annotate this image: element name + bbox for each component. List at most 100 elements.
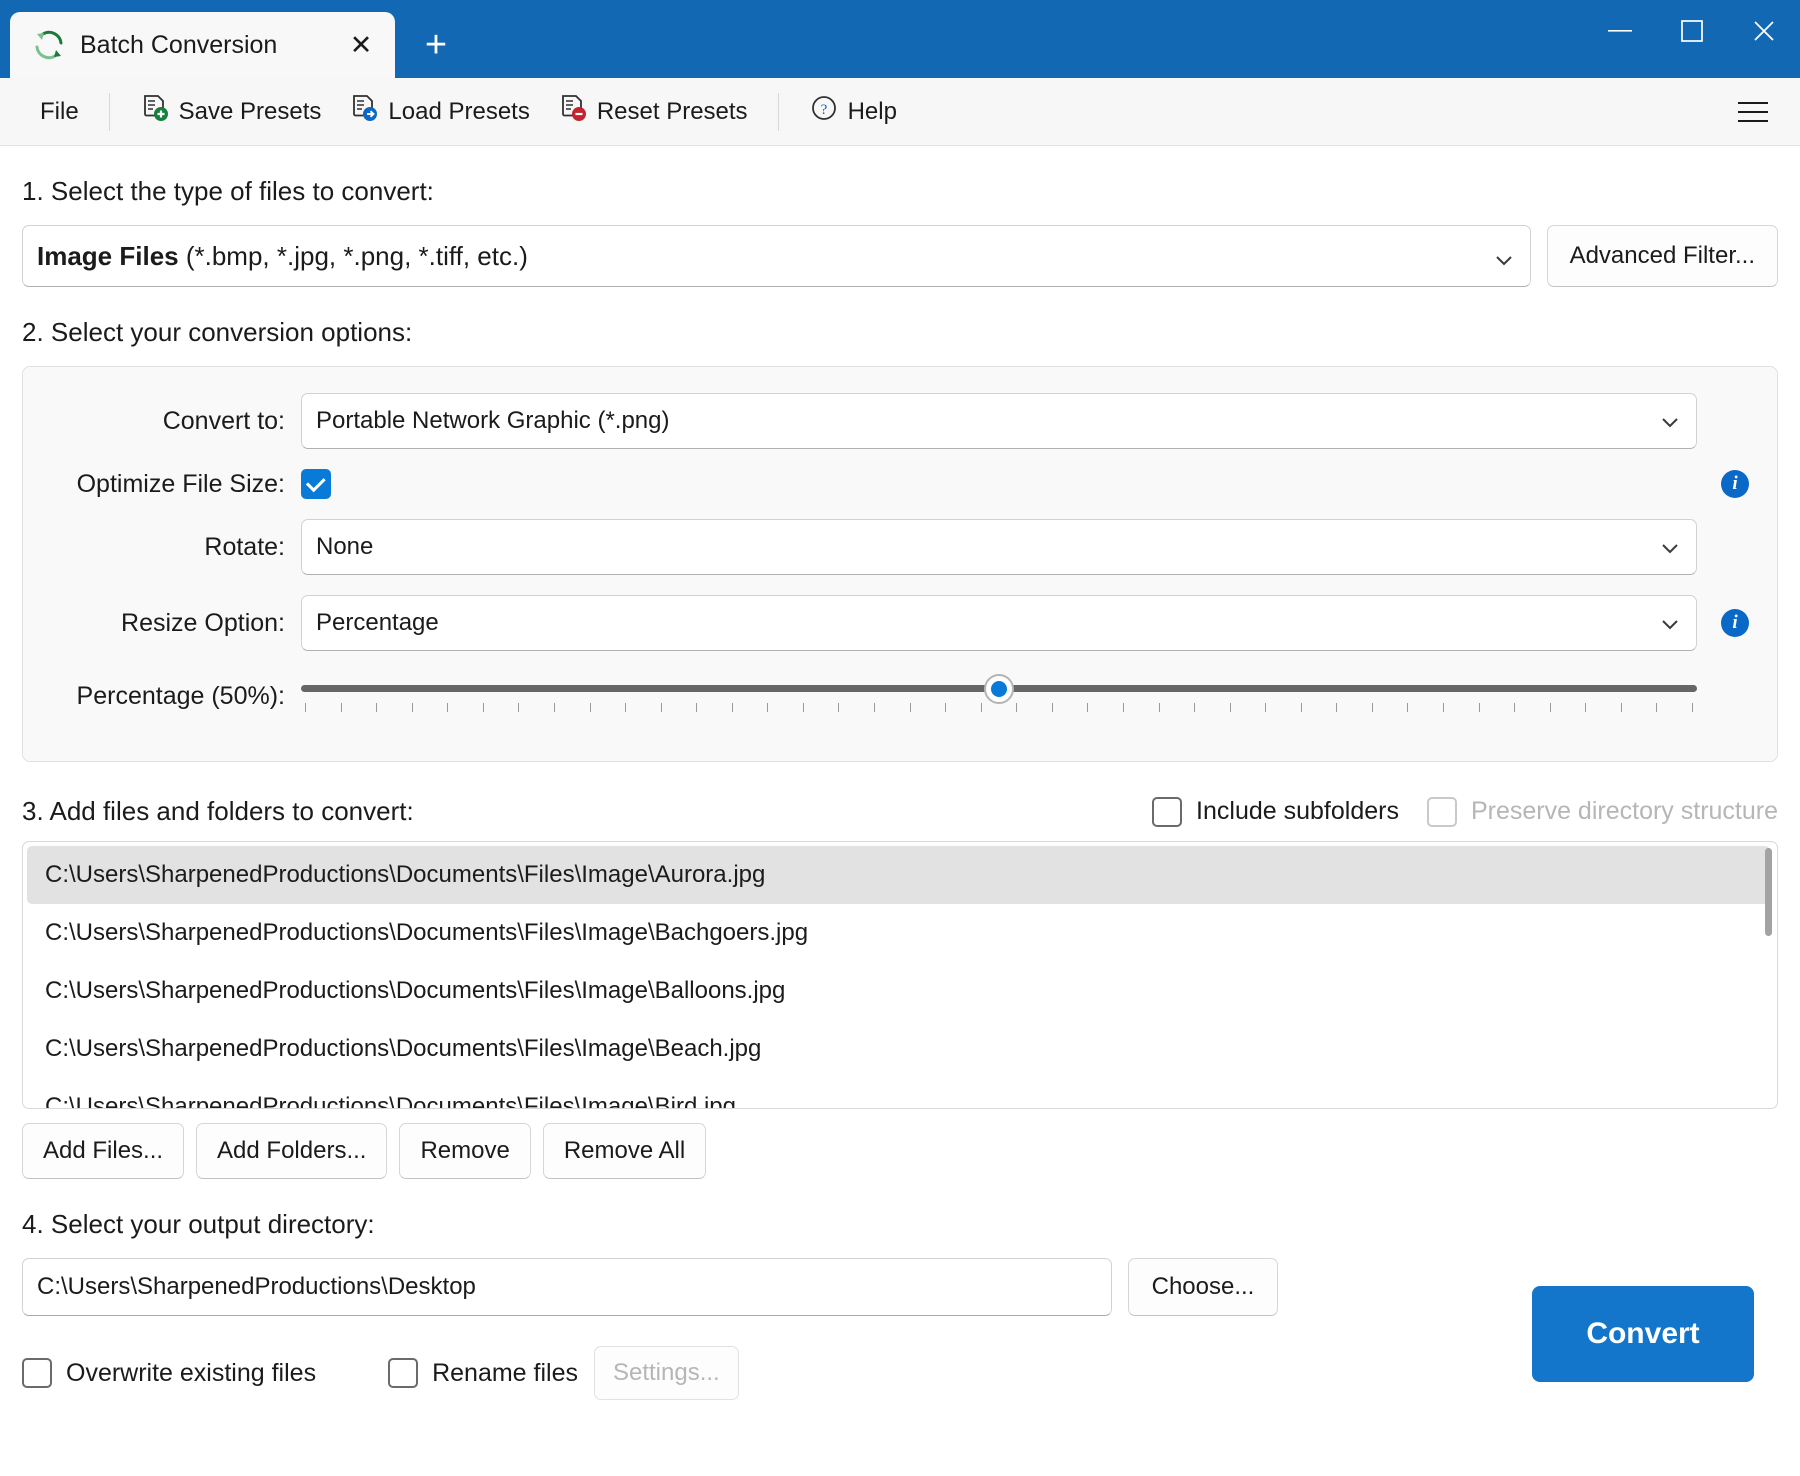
- overwrite-existing-files-checkbox[interactable]: [22, 1358, 52, 1388]
- menu-help[interactable]: ? Help: [795, 85, 911, 138]
- menu-file[interactable]: File: [26, 90, 93, 134]
- add-files-button[interactable]: Add Files...: [22, 1123, 185, 1179]
- percentage-label: Percentage (50%):: [76, 681, 285, 710]
- close-window-icon[interactable]: [1728, 0, 1800, 62]
- file-type-bold: Image Files: [37, 240, 179, 271]
- hamburger-menu-icon[interactable]: [1730, 89, 1776, 135]
- list-item[interactable]: C:\Users\SharpenedProductions\Documents\…: [23, 1020, 1777, 1078]
- output-directory-input[interactable]: C:\Users\SharpenedProductions\Desktop: [22, 1258, 1112, 1316]
- list-item[interactable]: C:\Users\SharpenedProductions\Documents\…: [23, 962, 1777, 1020]
- window-controls: [1584, 0, 1800, 62]
- file-list-buttons: Add Files... Add Folders... Remove Remov…: [22, 1123, 1778, 1179]
- slider-thumb[interactable]: [984, 674, 1014, 704]
- list-item[interactable]: C:\Users\SharpenedProductions\Documents\…: [27, 846, 1770, 904]
- step2-label: 2. Select your conversion options:: [22, 317, 413, 347]
- optimize-file-size-checkbox[interactable]: [301, 469, 331, 499]
- chevron-down-icon: [1660, 411, 1680, 431]
- save-presets-icon: [140, 93, 170, 130]
- help-icon: ?: [809, 93, 839, 130]
- svg-text:?: ?: [820, 102, 827, 118]
- refresh-convert-icon: [32, 28, 66, 62]
- optimize-info-icon[interactable]: i: [1721, 470, 1749, 498]
- include-subfolders-option[interactable]: Include subfolders: [1152, 796, 1399, 827]
- remove-button[interactable]: Remove: [399, 1123, 531, 1179]
- preserve-directory-structure-option: Preserve directory structure: [1426, 796, 1778, 827]
- advanced-filter-button[interactable]: Advanced Filter...: [1546, 225, 1778, 287]
- output-options-row: Overwrite existing files Rename files Se…: [22, 1346, 1778, 1400]
- main-content: 1. Select the type of files to convert: …: [0, 176, 1800, 1400]
- file-type-rest: (*.bmp, *.jpg, *.png, *.tiff, etc.): [178, 240, 528, 271]
- conversion-options-panel: Convert to: Portable Network Graphic (*.…: [22, 366, 1778, 762]
- rotate-row: Rotate: None: [51, 519, 1749, 575]
- rename-files-label: Rename files: [432, 1358, 578, 1387]
- rename-settings-button: Settings...: [593, 1346, 739, 1400]
- list-item[interactable]: C:\Users\SharpenedProductions\Documents\…: [23, 904, 1777, 962]
- rotate-label: Rotate:: [204, 532, 285, 561]
- title-bar: Batch Conversion ✕ +: [0, 0, 1800, 78]
- list-item[interactable]: C:\Users\SharpenedProductions\Documents\…: [23, 1078, 1777, 1108]
- menu-divider-1: [108, 92, 110, 131]
- optimize-file-size-label: Optimize File Size:: [76, 469, 285, 498]
- menu-reset-presets-label: Reset Presets: [596, 97, 748, 125]
- menu-load-presets[interactable]: Load Presets: [335, 85, 543, 138]
- load-presets-icon: [349, 93, 379, 130]
- file-type-select[interactable]: Image Files (*.bmp, *.jpg, *.png, *.tiff…: [22, 225, 1531, 287]
- step3-checkboxes: Include subfolders Preserve directory st…: [1152, 796, 1778, 827]
- resize-option-row: Resize Option: Percentage i: [51, 595, 1749, 651]
- menu-save-presets[interactable]: Save Presets: [126, 85, 336, 138]
- optimize-row: Optimize File Size: i: [51, 469, 1749, 499]
- step3-header: 3. Add files and folders to convert: Inc…: [22, 796, 1778, 827]
- step1-row: Image Files (*.bmp, *.jpg, *.png, *.tiff…: [22, 225, 1778, 287]
- convert-button[interactable]: Convert: [1532, 1286, 1754, 1382]
- overwrite-existing-files-label: Overwrite existing files: [66, 1358, 317, 1387]
- scrollbar-thumb[interactable]: [1765, 848, 1772, 936]
- chevron-down-icon: [1494, 246, 1514, 266]
- percentage-row: Percentage (50%):: [51, 671, 1749, 721]
- rename-files-checkbox[interactable]: [388, 1358, 419, 1388]
- slider-ticks: [305, 703, 1693, 712]
- menu-help-label: Help: [847, 97, 897, 125]
- browser-tab-batch-conversion[interactable]: Batch Conversion ✕: [10, 12, 395, 78]
- remove-all-button[interactable]: Remove All: [542, 1123, 707, 1179]
- convert-to-label: Convert to:: [162, 406, 285, 435]
- step4-area: 4. Select your output directory: C:\User…: [22, 1209, 1778, 1400]
- menu-save-presets-label: Save Presets: [178, 97, 322, 125]
- menu-load-presets-label: Load Presets: [388, 97, 530, 125]
- convert-to-row: Convert to: Portable Network Graphic (*.…: [51, 393, 1749, 449]
- rotate-select[interactable]: None: [301, 519, 1697, 575]
- step1-label: 1. Select the type of files to convert:: [22, 176, 434, 206]
- new-tab-icon[interactable]: +: [409, 18, 463, 72]
- overwrite-existing-files-option[interactable]: Overwrite existing files: [22, 1358, 316, 1388]
- output-directory-row: C:\Users\SharpenedProductions\Desktop Ch…: [22, 1258, 1778, 1316]
- resize-option-select[interactable]: Percentage: [301, 595, 1697, 651]
- rotate-value: None: [316, 533, 374, 560]
- convert-to-value: Portable Network Graphic (*.png): [316, 407, 670, 434]
- menu-divider-2: [777, 92, 779, 131]
- minimize-icon[interactable]: [1584, 0, 1656, 62]
- step4-label: 4. Select your output directory:: [22, 1209, 375, 1239]
- close-tab-icon[interactable]: ✕: [341, 25, 381, 65]
- resize-info-icon[interactable]: i: [1721, 609, 1749, 637]
- rename-files-option[interactable]: Rename files: [388, 1358, 578, 1388]
- menu-file-label: File: [40, 97, 79, 125]
- maximize-icon[interactable]: [1656, 0, 1728, 62]
- chevron-down-icon: [1660, 613, 1680, 633]
- menu-reset-presets[interactable]: Reset Presets: [544, 85, 762, 138]
- preserve-directory-structure-label: Preserve directory structure: [1470, 797, 1778, 825]
- convert-to-select[interactable]: Portable Network Graphic (*.png): [301, 393, 1697, 449]
- chevron-down-icon: [1660, 537, 1680, 557]
- percentage-slider[interactable]: [301, 671, 1697, 721]
- include-subfolders-checkbox[interactable]: [1152, 796, 1183, 827]
- resize-option-label: Resize Option:: [121, 608, 285, 637]
- menu-bar: File Save Presets Load Presets Reset Pre…: [0, 78, 1800, 146]
- reset-presets-icon: [558, 93, 588, 130]
- file-list[interactable]: C:\Users\SharpenedProductions\Documents\…: [22, 841, 1778, 1109]
- preserve-directory-structure-checkbox: [1426, 796, 1457, 827]
- include-subfolders-label: Include subfolders: [1196, 797, 1399, 825]
- step3-label: 3. Add files and folders to convert:: [22, 796, 414, 826]
- add-folders-button[interactable]: Add Folders...: [196, 1123, 388, 1179]
- file-list-scrollbar[interactable]: [1765, 848, 1772, 1102]
- choose-directory-button[interactable]: Choose...: [1128, 1258, 1278, 1316]
- resize-option-value: Percentage: [316, 609, 439, 636]
- tab-title: Batch Conversion: [80, 30, 278, 59]
